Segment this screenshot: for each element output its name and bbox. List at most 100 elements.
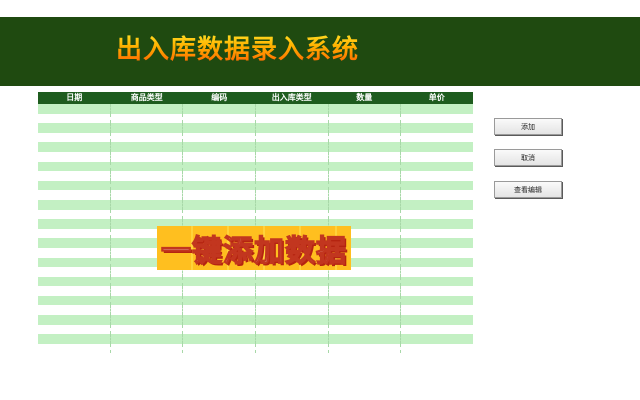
table-cell[interactable] [329,142,402,152]
table-cell[interactable] [38,171,111,181]
table-cell[interactable] [256,123,329,133]
table-cell[interactable] [329,123,402,133]
table-cell[interactable] [38,161,111,172]
table-cell[interactable] [183,123,257,133]
table-cell[interactable] [329,180,402,191]
table-cell[interactable] [256,305,329,316]
cancel-button[interactable]: 取消 [494,149,562,166]
table-cell[interactable] [183,209,257,220]
table-cell[interactable] [111,334,184,344]
table-cell[interactable] [256,295,329,306]
table-cell[interactable] [401,210,473,220]
table-cell[interactable] [401,190,473,200]
table-cell[interactable] [256,151,329,162]
table-cell[interactable] [401,296,473,306]
table-cell[interactable] [401,104,473,114]
table-cell[interactable] [401,171,473,181]
table-cell[interactable] [256,343,329,354]
table-cell[interactable] [111,161,184,172]
table-cell[interactable] [329,295,402,306]
table-cell[interactable] [38,247,111,258]
table-cell[interactable] [401,238,473,248]
table-cell[interactable] [38,219,111,229]
table-cell[interactable] [111,151,184,162]
table-cell[interactable] [38,132,111,143]
table-cell[interactable] [38,228,111,239]
table-cell[interactable] [183,295,257,306]
table-cell[interactable] [401,114,473,124]
table-cell[interactable] [329,334,402,344]
table-cell[interactable] [329,171,402,181]
table-cell[interactable] [329,276,402,287]
table-cell[interactable] [401,200,473,210]
table-cell[interactable] [401,248,473,258]
table-cell[interactable] [329,190,402,200]
table-cell[interactable] [401,334,473,344]
table-cell[interactable] [401,305,473,315]
table-cell[interactable] [401,258,473,268]
table-cell[interactable] [183,132,257,143]
table-cell[interactable] [256,286,329,296]
table-cell[interactable] [329,343,402,354]
table-cell[interactable] [38,334,111,344]
table-cell[interactable] [38,315,111,325]
table-cell[interactable] [329,104,402,114]
table-cell[interactable] [111,305,184,316]
table-cell[interactable] [256,171,329,181]
table-cell[interactable] [38,238,111,248]
table-cell[interactable] [329,305,402,316]
table-cell[interactable] [38,180,111,191]
table-cell[interactable] [401,286,473,296]
table-cell[interactable] [111,343,184,354]
table-cell[interactable] [329,132,402,143]
table-cell[interactable] [329,199,402,210]
table-cell[interactable] [111,199,184,210]
table-cell[interactable] [111,286,184,296]
table-cell[interactable] [183,151,257,162]
table-cell[interactable] [329,151,402,162]
table-cell[interactable] [401,142,473,152]
table-cell[interactable] [256,190,329,200]
table-cell[interactable] [401,267,473,277]
table-cell[interactable] [38,305,111,316]
table-cell[interactable] [183,334,257,344]
table-cell[interactable] [183,142,257,152]
table-cell[interactable] [401,325,473,335]
table-cell[interactable] [183,199,257,210]
table-cell[interactable] [111,132,184,143]
table-cell[interactable] [401,315,473,325]
table-cell[interactable] [183,324,257,335]
table-cell[interactable] [38,276,111,287]
table-cell[interactable] [111,209,184,220]
table-cell[interactable] [256,209,329,220]
table-cell[interactable] [38,324,111,335]
table-cell[interactable] [111,123,184,133]
table-cell[interactable] [183,180,257,191]
table-cell[interactable] [329,286,402,296]
table-cell[interactable] [256,113,329,124]
table-cell[interactable] [329,113,402,124]
table-cell[interactable] [183,113,257,124]
table-cell[interactable] [183,171,257,181]
table-cell[interactable] [38,343,111,354]
table-cell[interactable] [329,209,402,220]
table-cell[interactable] [183,286,257,296]
table-cell[interactable] [256,161,329,172]
table-cell[interactable] [401,344,473,354]
table-cell[interactable] [183,305,257,316]
table-cell[interactable] [401,123,473,133]
table-cell[interactable] [256,334,329,344]
table-cell[interactable] [183,276,257,287]
table-cell[interactable] [183,104,257,114]
table-cell[interactable] [256,180,329,191]
add-button[interactable]: 添加 [494,118,562,135]
view-edit-button[interactable]: 查看编辑 [494,181,562,198]
table-cell[interactable] [38,209,111,220]
table-cell[interactable] [256,199,329,210]
table-cell[interactable] [111,295,184,306]
table-cell[interactable] [38,286,111,296]
table-cell[interactable] [38,199,111,210]
table-cell[interactable] [38,257,111,268]
table-cell[interactable] [256,132,329,143]
table-cell[interactable] [111,276,184,287]
